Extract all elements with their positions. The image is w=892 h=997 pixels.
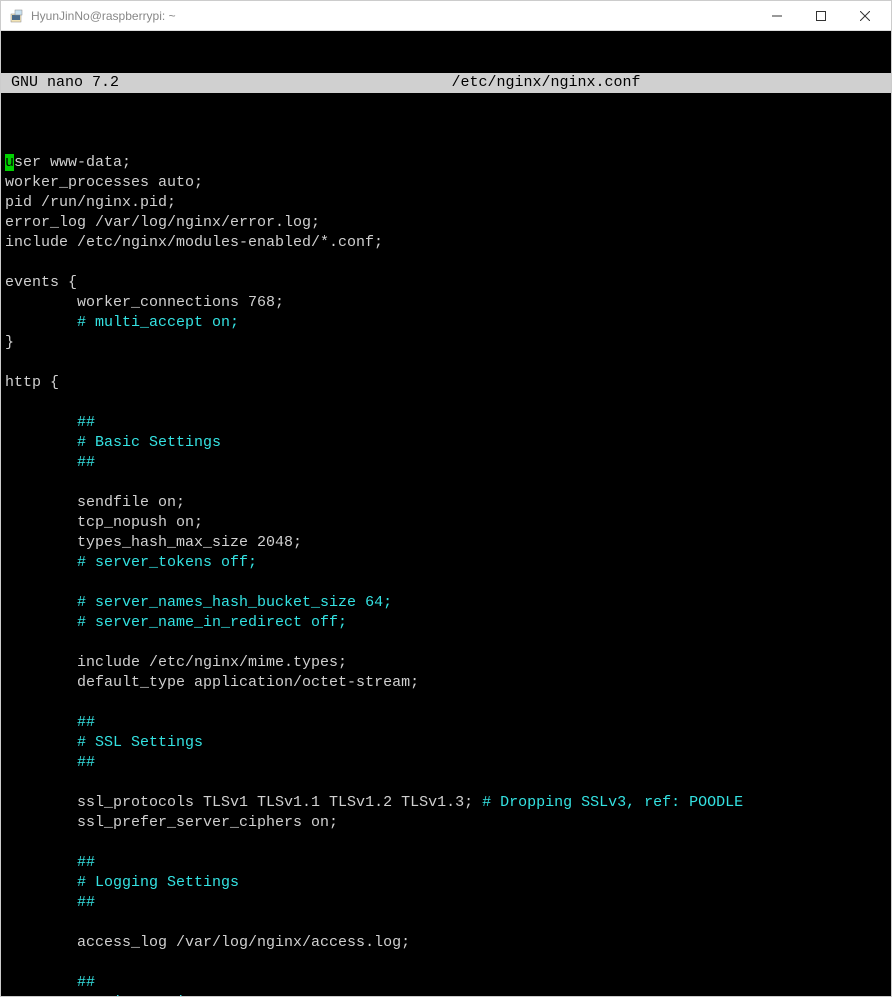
editor-line[interactable]: [5, 253, 891, 273]
editor-line[interactable]: ##: [5, 853, 891, 873]
editor-line[interactable]: worker_processes auto;: [5, 173, 891, 193]
editor-line[interactable]: ssl_prefer_server_ciphers on;: [5, 813, 891, 833]
editor-line[interactable]: ##: [5, 413, 891, 433]
editor-line[interactable]: tcp_nopush on;: [5, 513, 891, 533]
editor-line[interactable]: access_log /var/log/nginx/access.log;: [5, 933, 891, 953]
editor-line[interactable]: # SSL Settings: [5, 733, 891, 753]
editor-line[interactable]: [5, 353, 891, 373]
editor-line[interactable]: error_log /var/log/nginx/error.log;: [5, 213, 891, 233]
editor-line[interactable]: include /etc/nginx/modules-enabled/*.con…: [5, 233, 891, 253]
editor-line[interactable]: [5, 393, 891, 413]
window-title: HyunJinNo@raspberrypi: ~: [31, 9, 755, 23]
editor-line[interactable]: [5, 773, 891, 793]
editor-line[interactable]: [5, 633, 891, 653]
putty-icon: [9, 8, 25, 24]
editor-line[interactable]: pid /run/nginx.pid;: [5, 193, 891, 213]
minimize-button[interactable]: [755, 2, 799, 30]
editor-line[interactable]: ##: [5, 753, 891, 773]
editor-line[interactable]: # server_names_hash_bucket_size 64;: [5, 593, 891, 613]
editor-line[interactable]: # Basic Settings: [5, 433, 891, 453]
editor-line[interactable]: [5, 953, 891, 973]
editor-line[interactable]: ssl_protocols TLSv1 TLSv1.1 TLSv1.2 TLSv…: [5, 793, 891, 813]
editor-line[interactable]: include /etc/nginx/mime.types;: [5, 653, 891, 673]
maximize-button[interactable]: [799, 2, 843, 30]
editor-line[interactable]: worker_connections 768;: [5, 293, 891, 313]
editor-line[interactable]: ##: [5, 893, 891, 913]
editor-line[interactable]: [5, 913, 891, 933]
nano-app-name: GNU nano 7.2: [3, 73, 203, 93]
editor-line[interactable]: default_type application/octet-stream;: [5, 673, 891, 693]
nano-header: GNU nano 7.2 /etc/nginx/nginx.conf: [1, 73, 891, 93]
editor-line[interactable]: ##: [5, 713, 891, 733]
putty-window: HyunJinNo@raspberrypi: ~ GNU nano 7.2 /e…: [0, 0, 892, 997]
close-button[interactable]: [843, 2, 887, 30]
editor-line[interactable]: http {: [5, 373, 891, 393]
nano-filepath: /etc/nginx/nginx.conf: [203, 73, 889, 93]
editor-line[interactable]: [5, 833, 891, 853]
terminal[interactable]: GNU nano 7.2 /etc/nginx/nginx.conf user …: [1, 31, 891, 996]
editor-line[interactable]: ##: [5, 453, 891, 473]
editor-line[interactable]: # server_tokens off;: [5, 553, 891, 573]
editor-line[interactable]: ##: [5, 973, 891, 993]
editor-line[interactable]: [5, 473, 891, 493]
editor-line[interactable]: user www-data;: [5, 153, 891, 173]
editor-line[interactable]: }: [5, 333, 891, 353]
editor-line[interactable]: [5, 693, 891, 713]
editor-line[interactable]: types_hash_max_size 2048;: [5, 533, 891, 553]
editor-line[interactable]: events {: [5, 273, 891, 293]
editor-line[interactable]: # server_name_in_redirect off;: [5, 613, 891, 633]
editor-line[interactable]: # multi_accept on;: [5, 313, 891, 333]
editor-line[interactable]: # Gzip Settings: [5, 993, 891, 996]
editor-content[interactable]: user www-data;worker_processes auto;pid …: [1, 153, 891, 996]
titlebar[interactable]: HyunJinNo@raspberrypi: ~: [1, 1, 891, 31]
editor-line[interactable]: sendfile on;: [5, 493, 891, 513]
cursor: u: [5, 154, 14, 171]
editor-line[interactable]: # Logging Settings: [5, 873, 891, 893]
editor-line[interactable]: [5, 573, 891, 593]
